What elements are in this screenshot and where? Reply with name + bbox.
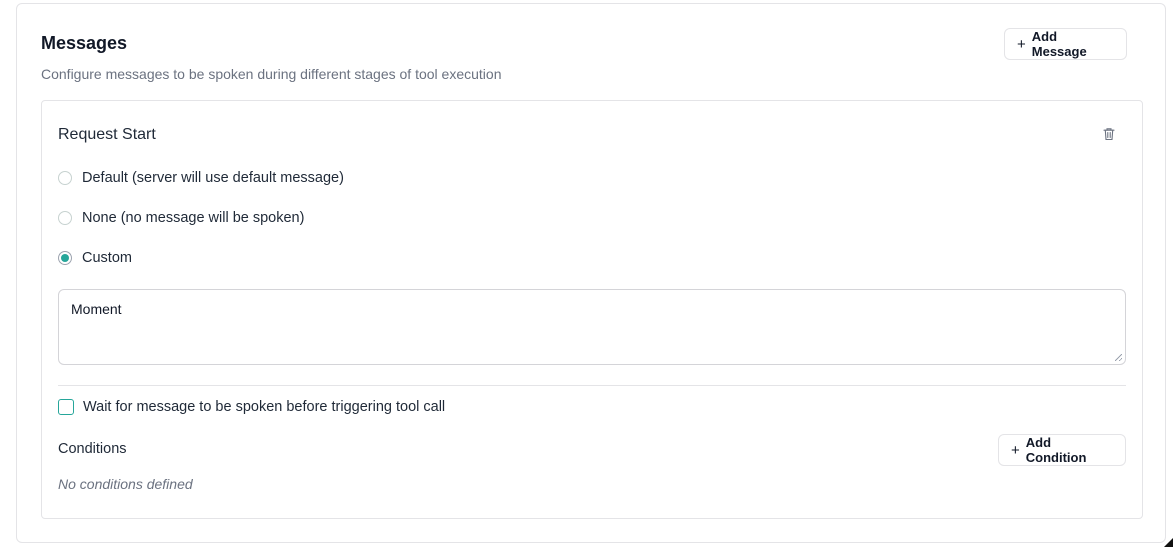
radio-selected-dot [61, 254, 69, 262]
radio-button[interactable] [58, 171, 72, 185]
plus-icon: + [1017, 35, 1026, 53]
resize-corner-icon[interactable] [1164, 538, 1173, 547]
message-card-title: Request Start [58, 126, 156, 143]
resize-handle-icon[interactable] [1115, 354, 1122, 361]
custom-message-value: Moment [71, 301, 122, 317]
wait-for-message-option[interactable]: Wait for message to be spoken before tri… [58, 399, 445, 415]
no-conditions-text: No conditions defined [58, 476, 193, 492]
divider [58, 385, 1126, 386]
wait-checkbox[interactable] [58, 399, 74, 415]
radio-label-custom: Custom [82, 250, 132, 266]
add-condition-label: Add Condition [1025, 435, 1087, 465]
section-subtitle: Configure messages to be spoken during d… [41, 66, 502, 82]
section-title: Messages [41, 33, 128, 53]
add-message-label: Add Message [1031, 29, 1087, 59]
add-condition-button[interactable]: + Add Condition [998, 434, 1126, 466]
radio-button-selected[interactable] [58, 251, 72, 265]
radio-label-none: None (no message will be spoken) [82, 210, 305, 226]
trash-icon[interactable] [1102, 127, 1116, 141]
add-message-button[interactable]: + Add Message [1004, 28, 1127, 60]
radio-label-default: Default (server will use default message… [82, 170, 344, 186]
plus-icon: + [1011, 441, 1020, 459]
radio-option-custom[interactable]: Custom [58, 250, 132, 266]
conditions-label: Conditions [58, 441, 127, 457]
radio-button[interactable] [58, 211, 72, 225]
radio-option-default[interactable]: Default (server will use default message… [58, 170, 344, 186]
wait-checkbox-label: Wait for message to be spoken before tri… [83, 399, 446, 415]
radio-option-none[interactable]: None (no message will be spoken) [58, 210, 304, 226]
custom-message-textarea[interactable]: Moment [58, 289, 1126, 365]
